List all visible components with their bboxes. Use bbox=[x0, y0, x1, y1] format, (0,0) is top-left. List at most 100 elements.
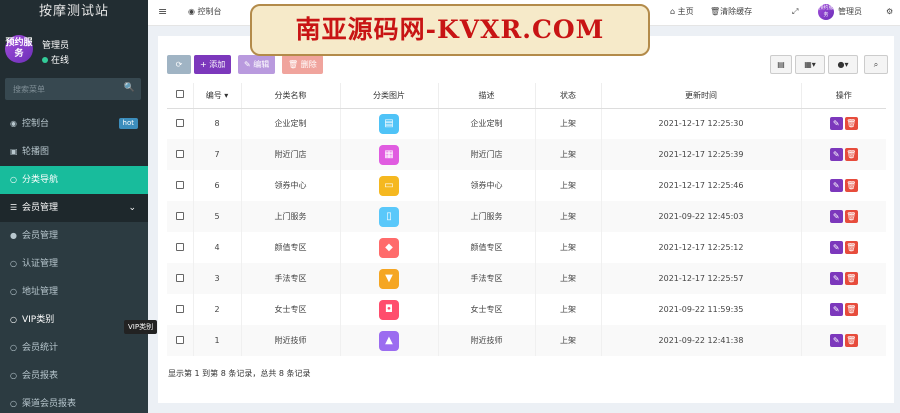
category-thumbnail-icon[interactable]: ▯ bbox=[379, 206, 399, 227]
table-row[interactable]: 1 附近技师 ▲ 附近技师 上架 2021-09-22 12:41:38 ✎ 🗑 bbox=[167, 325, 886, 356]
col-updated[interactable]: 更新时间 bbox=[600, 83, 801, 109]
cell-image[interactable]: ▼ bbox=[339, 263, 438, 294]
row-checkbox[interactable] bbox=[167, 139, 193, 170]
table-row[interactable]: 2 女士专区 ◘ 女士专区 上架 2021-09-22 11:59:35 ✎ 🗑 bbox=[167, 294, 886, 325]
row-checkbox[interactable] bbox=[167, 294, 193, 325]
clear-cache-button[interactable]: 🗑清除缓存 bbox=[710, 0, 752, 26]
menu-search-input[interactable]: 搜索菜单 🔍 bbox=[5, 78, 141, 100]
sidebar-item-stats[interactable]: ○ 会员统计 bbox=[0, 334, 148, 362]
search-icon[interactable]: 🔍 bbox=[124, 83, 135, 93]
cell-name: 颜值专区 bbox=[240, 232, 340, 263]
edit-row-icon[interactable]: ✎ bbox=[829, 241, 843, 254]
delete-button[interactable]: 🗑 删除 bbox=[282, 55, 323, 74]
sidebar-item-address[interactable]: ○ 地址管理 bbox=[0, 278, 148, 306]
gear-icon[interactable]: ⚙ bbox=[886, 0, 893, 26]
admin-menu[interactable]: 预约服务 管理员 bbox=[818, 0, 862, 26]
table-row[interactable]: 6 领券中心 ▭ 领券中心 上架 2021-12-17 12:25:46 ✎ 🗑 bbox=[167, 170, 886, 201]
home-link[interactable]: ⌂ 主页 bbox=[670, 0, 694, 26]
table-row[interactable]: 4 颜值专区 ◆ 颜值专区 上架 2021-12-17 12:25:12 ✎ 🗑 bbox=[167, 232, 886, 263]
cell-image[interactable]: ▦ bbox=[339, 139, 438, 170]
edit-row-icon[interactable]: ✎ bbox=[829, 272, 843, 285]
cell-updated: 2021-12-17 12:25:30 bbox=[600, 108, 801, 139]
category-thumbnail-icon[interactable]: ▭ bbox=[379, 175, 399, 196]
row-checkbox[interactable] bbox=[167, 170, 193, 201]
circle-icon: ○ bbox=[10, 343, 17, 352]
cell-desc: 附近技师 bbox=[437, 325, 535, 356]
export-button[interactable]: ▤ bbox=[770, 55, 792, 74]
cell-image[interactable]: ▭ bbox=[339, 170, 438, 201]
edit-row-icon[interactable]: ✎ bbox=[829, 117, 843, 131]
category-thumbnail-icon[interactable]: ◆ bbox=[379, 237, 399, 258]
delete-row-icon[interactable]: 🗑 bbox=[844, 210, 858, 223]
sidebar-item-auth[interactable]: ○ 认证管理 bbox=[0, 250, 148, 278]
cell-actions: ✎ 🗑 bbox=[800, 108, 886, 139]
refresh-button[interactable]: ⟳ bbox=[167, 55, 191, 74]
user-name: 管理员 bbox=[42, 41, 70, 51]
cell-id: 6 bbox=[192, 170, 241, 201]
list-icon: ☰ bbox=[10, 203, 18, 212]
row-checkbox[interactable] bbox=[167, 201, 193, 232]
sidebar-item-member-manage[interactable]: ● 会员管理 bbox=[0, 222, 148, 250]
col-id[interactable]: 编号 ▾ bbox=[192, 83, 241, 109]
row-checkbox[interactable] bbox=[167, 325, 193, 356]
delete-row-icon[interactable]: 🗑 bbox=[844, 117, 858, 131]
col-name: 分类名称 bbox=[240, 83, 340, 109]
cell-status: 上架 bbox=[534, 232, 601, 263]
delete-row-icon[interactable]: 🗑 bbox=[844, 241, 858, 254]
category-thumbnail-icon[interactable]: ▲ bbox=[379, 330, 399, 351]
delete-row-icon[interactable]: 🗑 bbox=[844, 179, 858, 192]
sidebar-item-channel-report[interactable]: ○ 渠道会员报表 bbox=[0, 390, 148, 413]
sidebar-item-banner[interactable]: ▣ 轮播图 bbox=[0, 138, 148, 166]
select-all-checkbox[interactable] bbox=[167, 83, 193, 109]
row-checkbox[interactable] bbox=[167, 108, 193, 139]
cell-actions: ✎ 🗑 bbox=[800, 201, 886, 232]
edit-row-icon[interactable]: ✎ bbox=[829, 179, 843, 192]
cell-image[interactable]: ◘ bbox=[339, 294, 438, 325]
user-filter-button[interactable]: ●▾ bbox=[828, 55, 858, 74]
delete-row-icon[interactable]: 🗑 bbox=[844, 334, 858, 347]
cell-image[interactable]: ▤ bbox=[339, 108, 438, 139]
sidebar-item-category-nav[interactable]: ○ 分类导航 bbox=[0, 166, 148, 194]
category-thumbnail-icon[interactable]: ▤ bbox=[379, 113, 399, 134]
cell-id: 2 bbox=[192, 294, 241, 325]
delete-row-icon[interactable]: 🗑 bbox=[844, 272, 858, 285]
cell-image[interactable]: ◆ bbox=[339, 232, 438, 263]
hamburger-icon[interactable]: ≡ bbox=[158, 0, 167, 26]
cell-image[interactable]: ▲ bbox=[339, 325, 438, 356]
delete-row-icon[interactable]: 🗑 bbox=[844, 303, 858, 316]
table-row[interactable]: 8 企业定制 ▤ 企业定制 上架 2021-12-17 12:25:30 ✎ 🗑 bbox=[167, 108, 886, 139]
category-thumbnail-icon[interactable]: ▼ bbox=[379, 268, 399, 289]
sidebar: 按摩测试站 预约服务 管理员 在线 搜索菜单 🔍 ◉ 控制台 hot ▣ 轮播图 ○ 分… bbox=[0, 0, 148, 413]
table-row[interactable]: 3 手法专区 ▼ 手法专区 上架 2021-12-17 12:25:57 ✎ 🗑 bbox=[167, 263, 886, 294]
table-row[interactable]: 7 附近门店 ▦ 附近门店 上架 2021-12-17 12:25:39 ✎ 🗑 bbox=[167, 139, 886, 170]
delete-row-icon[interactable]: 🗑 bbox=[844, 148, 858, 161]
cell-actions: ✎ 🗑 bbox=[800, 139, 886, 170]
chevron-down-icon: ⌄ bbox=[128, 203, 136, 213]
sidebar-item-report[interactable]: ○ 会员报表 bbox=[0, 362, 148, 390]
table-row[interactable]: 5 上门服务 ▯ 上门服务 上架 2021-09-22 12:45:03 ✎ 🗑 bbox=[167, 201, 886, 232]
member-submenu: ● 会员管理 ○ 认证管理 ○ 地址管理 ○ VIP类别 ○ 会员统计 ○ 会员报表 ○ 渠道… bbox=[0, 222, 148, 413]
sidebar-item-dashboard[interactable]: ◉ 控制台 hot bbox=[0, 110, 148, 138]
pagination-summary: 显示第 1 到第 8 条记录，总共 8 条记录 bbox=[168, 369, 311, 378]
home-icon: ⌂ bbox=[670, 7, 678, 16]
edit-row-icon[interactable]: ✎ bbox=[829, 210, 843, 223]
col-desc: 描述 bbox=[437, 83, 535, 109]
category-thumbnail-icon[interactable]: ◘ bbox=[379, 299, 399, 320]
row-checkbox[interactable] bbox=[167, 232, 193, 263]
category-thumbnail-icon[interactable]: ▦ bbox=[379, 144, 399, 165]
avatar[interactable]: 预约服务 bbox=[5, 35, 33, 63]
table-search-button[interactable]: ⌕ bbox=[864, 55, 888, 74]
edit-row-icon[interactable]: ✎ bbox=[829, 334, 843, 347]
add-button[interactable]: + 添加 bbox=[194, 55, 232, 74]
cell-status: 上架 bbox=[534, 108, 601, 139]
cell-actions: ✎ 🗑 bbox=[800, 232, 886, 263]
edit-row-icon[interactable]: ✎ bbox=[829, 303, 843, 316]
row-checkbox[interactable] bbox=[167, 263, 193, 294]
sidebar-item-member-group[interactable]: ☰ 会员管理 ⌄ bbox=[0, 194, 148, 222]
columns-button[interactable]: ▦▾ bbox=[795, 55, 825, 74]
edit-row-icon[interactable]: ✎ bbox=[829, 148, 843, 161]
cell-image[interactable]: ▯ bbox=[339, 201, 438, 232]
fullscreen-icon[interactable]: ⤢ bbox=[792, 0, 798, 26]
tab-dashboard[interactable]: ◉ 控制台 bbox=[188, 0, 222, 26]
edit-button[interactable]: ✎ 编辑 bbox=[238, 55, 276, 74]
